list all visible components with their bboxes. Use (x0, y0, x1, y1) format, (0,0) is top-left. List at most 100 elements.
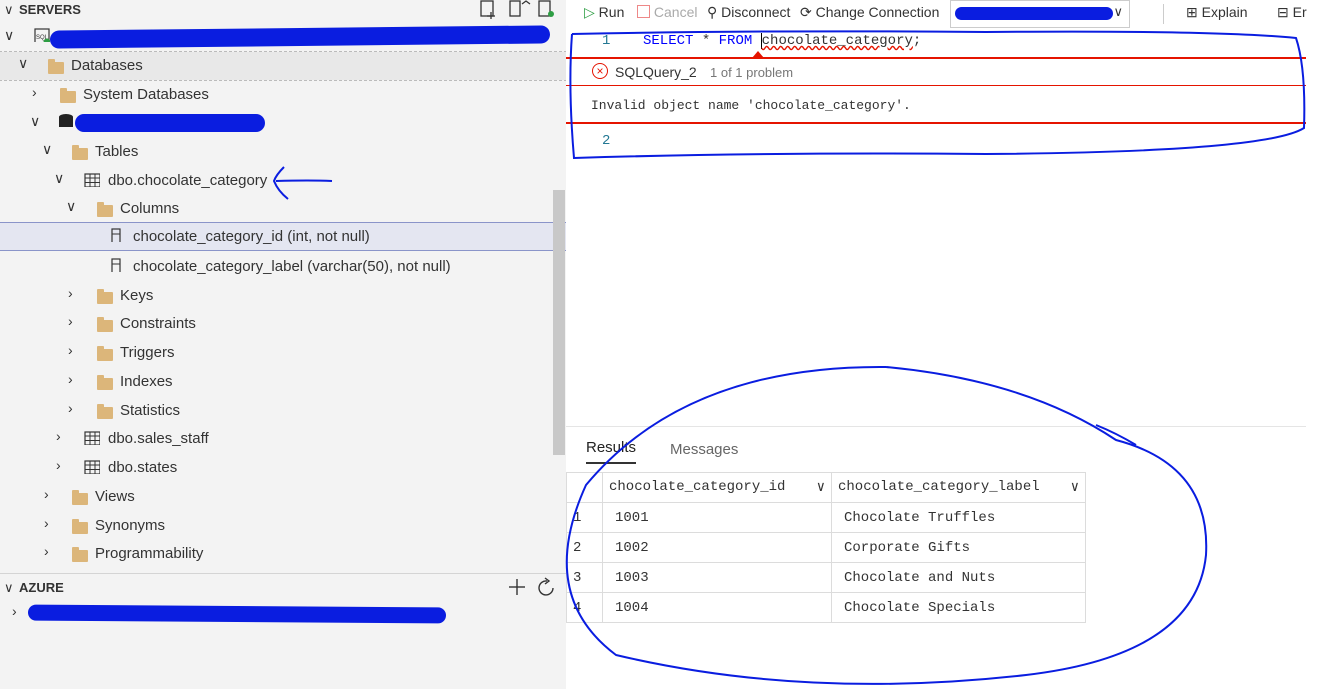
connection-icon: ⟳ (800, 4, 812, 20)
tree-item-label: chocolate_category_id (int, not null) (133, 228, 370, 245)
folder-icon (97, 404, 113, 419)
toolbar-divider (1163, 4, 1164, 24)
disconnect-label: Disconnect (721, 4, 791, 20)
redaction-scribble (955, 7, 1113, 20)
section-divider (0, 573, 566, 574)
chevron-right-icon: › (32, 84, 37, 100)
tree-item-system-databases[interactable]: › System Databases (0, 81, 566, 109)
folder-icon (72, 519, 88, 534)
stop-icon (637, 5, 650, 18)
azure-section-title: AZURE (19, 580, 64, 595)
cancel-button[interactable]: Cancel (637, 4, 697, 20)
table-icon (84, 460, 100, 474)
chevron-down-icon: ∨ (4, 2, 14, 17)
chevron-right-icon: › (56, 457, 61, 473)
folder-icon (97, 289, 113, 304)
column-icon (111, 258, 121, 272)
server-toolbar (478, 0, 558, 20)
folder-icon (72, 145, 88, 160)
tree-item-label: Synonyms (95, 517, 166, 534)
tree-item-table-sales-staff[interactable]: › dbo.sales_staff (0, 425, 566, 453)
chevron-down-icon: ∨ (66, 198, 77, 214)
redaction-scribble (27, 604, 447, 624)
tree-item-triggers[interactable]: › Triggers (0, 339, 566, 367)
folder-icon (72, 490, 88, 505)
play-icon: ▷ (584, 4, 595, 20)
cancel-label: Cancel (653, 4, 698, 20)
database-icon (59, 114, 73, 127)
chevron-down-icon: ∨ (4, 580, 14, 595)
tree-item-label: Constraints (120, 315, 196, 332)
chevron-down-icon: ∨ (30, 113, 41, 129)
explain-label: Explain (1201, 4, 1248, 20)
enable-plan-button[interactable]: ⊟ Er (1277, 4, 1307, 21)
tree-item-label: Tables (95, 143, 139, 160)
tree-item-tables[interactable]: ∨ Tables (0, 138, 566, 166)
tree-item-statistics[interactable]: › Statistics (0, 397, 566, 425)
tree-item-label: Keys (120, 287, 154, 304)
tree-item-column-id[interactable]: chocolate_category_id (int, not null) (0, 222, 566, 251)
chevron-right-icon: › (12, 603, 17, 619)
tree-item-synonyms[interactable]: › Synonyms (0, 512, 566, 540)
enable-plan-label: Er (1292, 4, 1307, 20)
column-icon (111, 228, 121, 242)
change-connection-label: Change Connection (815, 4, 940, 20)
tree-item-label: Databases (71, 57, 143, 74)
table-icon (84, 431, 100, 445)
annotation-rectangle (569, 30, 1306, 160)
explain-icon: ⊞ (1186, 4, 1198, 20)
chevron-right-icon: › (68, 285, 73, 301)
tree-item-label: dbo.states (108, 459, 178, 476)
tree-item-indexes[interactable]: › Indexes (0, 368, 566, 396)
tree-item-label: Programmability (95, 545, 204, 562)
chevron-right-icon: › (68, 400, 73, 416)
tree-item-label: Columns (120, 200, 180, 217)
servers-section-title: SERVERS (19, 2, 81, 17)
plug-icon: ⚲ (707, 4, 718, 20)
tree-item-label: dbo.chocolate_category (108, 172, 268, 189)
server-icon: SQL (34, 28, 50, 42)
azure-section-header[interactable]: ∨ AZURE (0, 578, 566, 600)
folder-icon (97, 202, 113, 217)
folder-icon (72, 547, 88, 562)
chevron-right-icon: › (44, 486, 49, 502)
folder-icon (97, 317, 113, 332)
run-button[interactable]: ▷ Run (584, 4, 624, 21)
plan-icon: ⊟ (1277, 4, 1289, 20)
tree-item-label: dbo.sales_staff (108, 430, 209, 447)
new-connection-icon[interactable] (478, 0, 558, 20)
tree-item-label: System Databases (83, 86, 209, 103)
explain-button[interactable]: ⊞ Explain (1186, 4, 1248, 21)
table-icon (84, 173, 100, 187)
tree-item-label: Triggers (120, 344, 175, 361)
chevron-right-icon: › (68, 313, 73, 329)
database-select[interactable]: ∨ (950, 0, 1130, 28)
tree-item-label: Indexes (120, 373, 173, 390)
query-editor-pane: ▷ Run Cancel ⚲ Disconnect ⟳ Change Conne… (565, 0, 1332, 689)
tree-item-constraints[interactable]: › Constraints (0, 310, 566, 338)
chevron-right-icon: › (68, 342, 73, 358)
chevron-down-icon: ∨ (54, 170, 65, 186)
tree-item-label: Views (95, 488, 135, 505)
tree-item-programmability[interactable]: › Programmability (0, 540, 566, 568)
chevron-down-icon: ∨ (42, 141, 53, 157)
folder-icon (48, 59, 64, 74)
chevron-right-icon: › (68, 371, 73, 387)
annotation-ellipse (565, 365, 1208, 685)
chevron-right-icon: › (44, 543, 49, 559)
tree-item-table-states[interactable]: › dbo.states (0, 454, 566, 482)
chevron-right-icon: › (44, 515, 49, 531)
tree-item-keys[interactable]: › Keys (0, 282, 566, 310)
disconnect-button[interactable]: ⚲ Disconnect (707, 4, 790, 21)
chevron-down-icon: ∨ (1113, 4, 1123, 19)
tree-item-views[interactable]: › Views (0, 483, 566, 511)
tree-item-columns[interactable]: ∨ Columns (0, 195, 566, 223)
change-connection-button[interactable]: ⟳ Change Connection (800, 4, 939, 21)
chevron-down-icon: ∨ (18, 55, 29, 71)
chevron-down-icon: ∨ (4, 27, 15, 43)
object-explorer: ∨ SERVERS ∨ SQL ∨ Databases › System Dat… (0, 0, 566, 689)
tree-item-databases[interactable]: ∨ Databases (0, 51, 566, 81)
chevron-right-icon: › (56, 428, 61, 444)
tree-item-column-label[interactable]: chocolate_category_label (varchar(50), n… (0, 253, 566, 281)
folder-icon (97, 375, 113, 390)
